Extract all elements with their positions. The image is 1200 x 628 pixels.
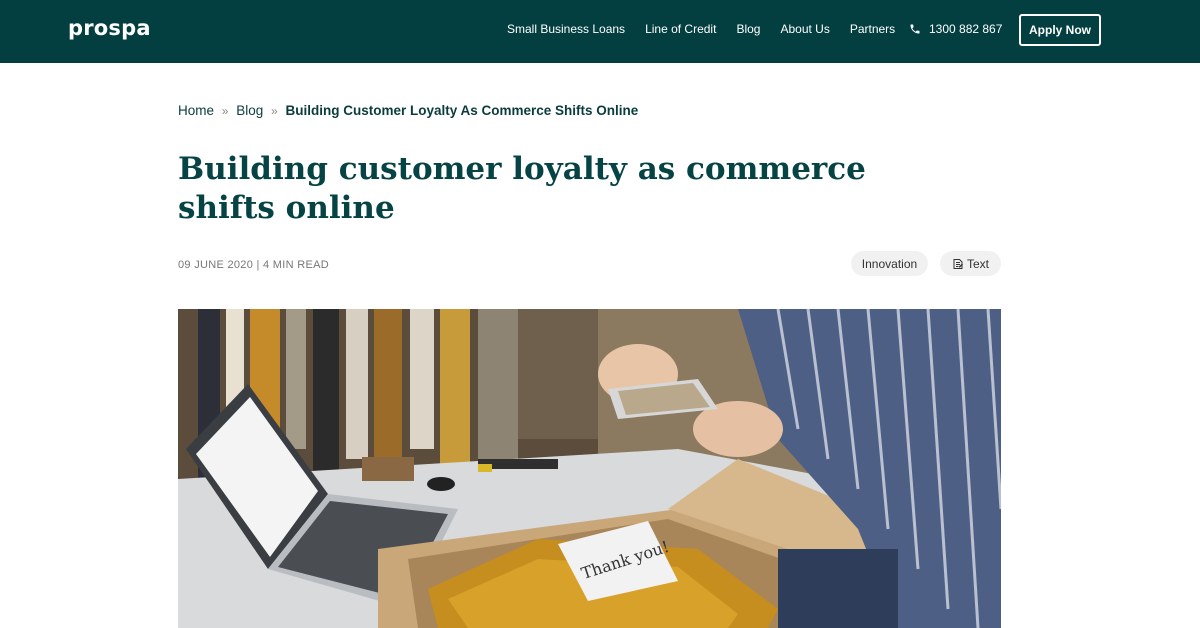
tag-text[interactable]: Text (940, 251, 1001, 276)
document-edit-icon (953, 258, 963, 269)
article-title: Building customer loyalty as commerce sh… (178, 151, 866, 226)
article-meta: 09 JUNE 2020 | 4 MIN READ (178, 259, 329, 271)
breadcrumb-home[interactable]: Home (178, 103, 214, 118)
breadcrumb-blog[interactable]: Blog (236, 103, 263, 118)
site-header: prospa Small Business Loans Line of Cred… (0, 0, 1200, 63)
nav-line-of-credit[interactable]: Line of Credit (645, 22, 716, 36)
breadcrumb-separator: » (271, 104, 278, 118)
breadcrumb-separator: » (221, 104, 229, 118)
phone-number: 1300 882 867 (929, 22, 1003, 36)
tag-label: Innovation (861, 256, 918, 271)
tag-innovation[interactable]: Innovation (851, 251, 928, 276)
hero-image: Thank you! (178, 309, 1001, 628)
prospa-logo[interactable]: prospa (68, 16, 151, 40)
phone-link[interactable]: 1300 882 867 (909, 22, 1002, 36)
nav-small-business-loans[interactable]: Small Business Loans (507, 22, 625, 36)
nav-about-us[interactable]: About Us (780, 22, 829, 36)
hero-illustration: Thank you! (178, 309, 1001, 628)
apply-now-button[interactable]: Apply Now (1019, 14, 1101, 46)
tag-label: Text (966, 256, 989, 271)
nav-partners[interactable]: Partners (850, 22, 895, 36)
main-nav: Small Business Loans Line of Credit Blog… (507, 22, 915, 36)
phone-icon (910, 24, 920, 34)
breadcrumb-current: Building Customer Loyalty As Commerce Sh… (285, 103, 639, 118)
breadcrumb: Home » Blog » Building Customer Loyalty … (178, 103, 638, 118)
nav-blog[interactable]: Blog (736, 22, 760, 36)
